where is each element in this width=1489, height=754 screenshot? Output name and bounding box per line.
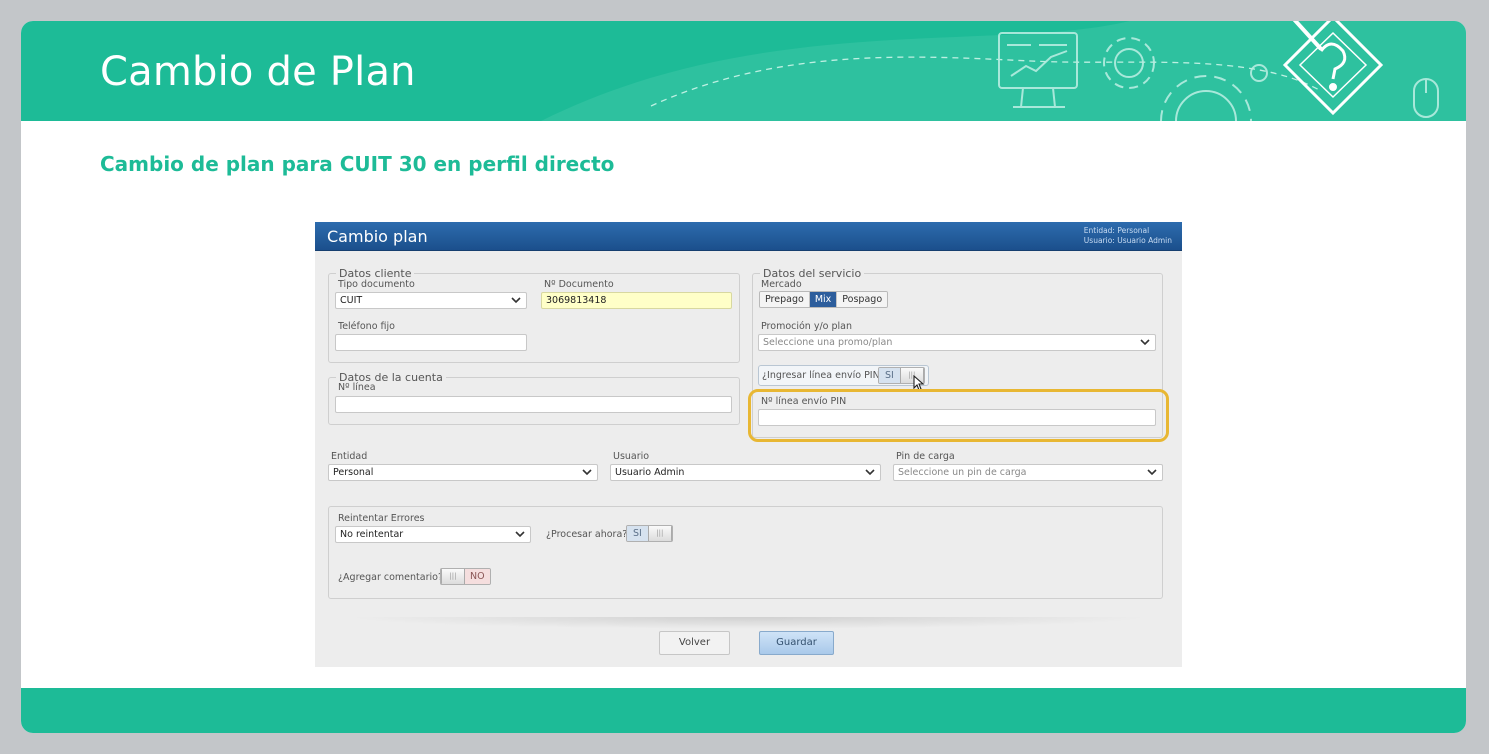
app-screenshot: Cambio plan Entidad: Personal Usuario: U…	[315, 222, 1182, 667]
reintentar-label: Reintentar Errores	[338, 513, 425, 524]
tipo-documento-select[interactable]: CUIT	[335, 292, 527, 309]
nro-documento-input[interactable]: 3069813418	[541, 292, 732, 309]
usuario-value: Usuario Admin	[615, 467, 685, 478]
promocion-placeholder: Seleccione una promo/plan	[763, 337, 893, 348]
comentario-state: NO	[465, 569, 490, 584]
pin-carga-select[interactable]: Seleccione un pin de carga	[893, 464, 1163, 481]
slide-header: Cambio de Plan	[21, 21, 1466, 121]
slide: Cambio de Plan Cambio de plan para CUIT …	[21, 21, 1466, 733]
user-meta: Usuario: Usuario Admin	[1083, 236, 1172, 245]
ingresar-pin-label: ¿Ingresar línea envío PIN?	[762, 370, 885, 381]
guardar-button[interactable]: Guardar	[759, 631, 834, 655]
procesar-label: ¿Procesar ahora?	[546, 529, 628, 540]
pin-carga-label: Pin de carga	[896, 451, 955, 462]
chevron-down-icon	[515, 531, 525, 538]
toggle-knob: |||	[647, 526, 672, 541]
linea-pin-label: Nº línea envío PIN	[761, 396, 847, 407]
mercado-label: Mercado	[761, 279, 802, 290]
slide-title: Cambio de Plan	[100, 49, 416, 95]
telefono-fijo-label: Teléfono fijo	[338, 321, 395, 332]
linea-pin-input[interactable]	[758, 409, 1156, 426]
comentario-toggle[interactable]: ||| NO	[440, 568, 491, 585]
usuario-select[interactable]: Usuario Admin	[610, 464, 881, 481]
tipo-documento-label: Tipo documento	[338, 279, 415, 290]
procesar-toggle[interactable]: SI |||	[626, 525, 673, 542]
entity-meta: Entidad: Personal	[1083, 226, 1150, 235]
entidad-select[interactable]: Personal	[328, 464, 598, 481]
app-title: Cambio plan	[327, 227, 428, 246]
app-session-info: Entidad: Personal Usuario: Usuario Admin	[1084, 226, 1172, 246]
chevron-down-icon	[511, 297, 521, 304]
comentario-label: ¿Agregar comentario?	[338, 572, 443, 583]
nro-documento-label: Nº Documento	[544, 279, 614, 290]
chevron-down-icon	[1147, 469, 1157, 476]
mercado-option-prepago[interactable]: Prepago	[760, 292, 810, 307]
telefono-fijo-input[interactable]	[335, 334, 527, 351]
mercado-segmented-control: Prepago Mix Pospago	[759, 291, 889, 308]
reintentar-select[interactable]: No reintentar	[335, 526, 531, 543]
chevron-down-icon	[865, 469, 875, 476]
entidad-label: Entidad	[331, 451, 368, 462]
chevron-down-icon	[1140, 339, 1150, 346]
nro-linea-input[interactable]	[335, 396, 732, 413]
promocion-select[interactable]: Seleccione una promo/plan	[758, 334, 1156, 351]
mercado-option-pospago[interactable]: Pospago	[837, 292, 888, 307]
tipo-documento-value: CUIT	[340, 295, 363, 306]
chevron-down-icon	[582, 469, 592, 476]
options-panel	[328, 506, 1163, 599]
reintentar-value: No reintentar	[340, 529, 404, 540]
volver-button[interactable]: Volver	[659, 631, 730, 655]
slide-subtitle: Cambio de plan para CUIT 30 en perfil di…	[100, 152, 615, 176]
promocion-label: Promoción y/o plan	[761, 321, 853, 332]
ingresar-pin-state: SI	[879, 368, 900, 383]
procesar-state: SI	[627, 526, 648, 541]
slide-footer	[21, 688, 1466, 733]
button-bar-shadow	[345, 617, 1152, 629]
usuario-label: Usuario	[613, 451, 650, 462]
mercado-option-mix[interactable]: Mix	[809, 292, 838, 307]
nro-linea-label: Nº línea	[338, 382, 376, 393]
toggle-knob: |||	[441, 569, 465, 584]
pin-carga-placeholder: Seleccione un pin de carga	[898, 467, 1027, 478]
entidad-value: Personal	[333, 467, 374, 478]
app-titlebar: Cambio plan Entidad: Personal Usuario: U…	[315, 222, 1182, 251]
